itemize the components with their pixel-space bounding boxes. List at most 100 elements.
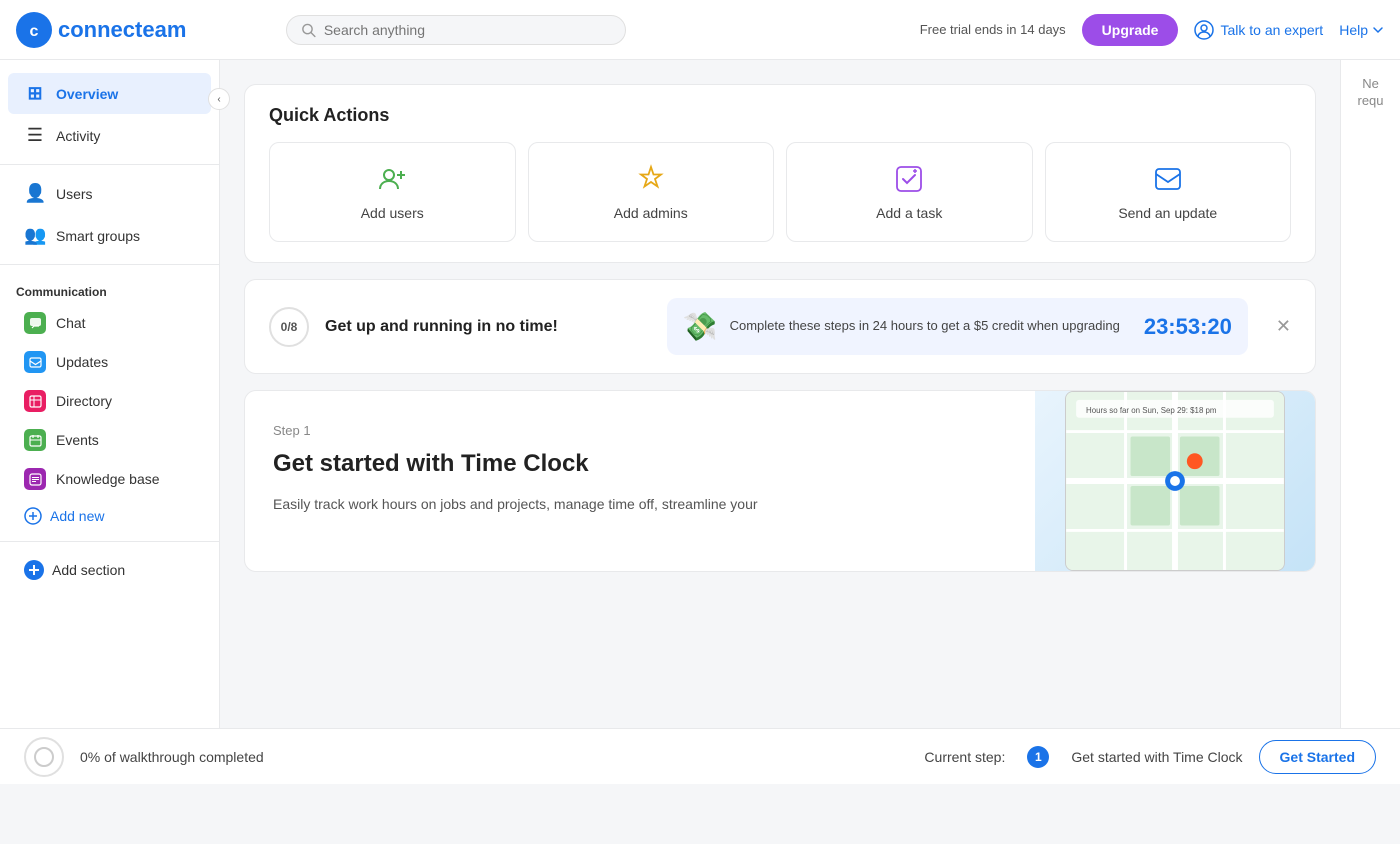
knowledge-label: Knowledge base — [56, 471, 160, 487]
quick-action-send-update[interactable]: Send an update — [1045, 142, 1292, 242]
directory-icon — [24, 390, 46, 412]
upgrade-button[interactable]: Upgrade — [1082, 14, 1179, 46]
add-new-label: Add new — [50, 508, 104, 524]
search-input[interactable] — [324, 22, 611, 38]
header: c connecteam Free trial ends in 14 days … — [0, 0, 1400, 60]
quick-action-add-users[interactable]: Add users — [269, 142, 516, 242]
search-icon — [301, 22, 316, 38]
chat-label: Chat — [56, 315, 86, 331]
help-label: Help — [1339, 22, 1368, 38]
add-task-icon — [893, 163, 925, 195]
step-content: Step 1 Get started with Time Clock Easil… — [245, 391, 1035, 571]
svg-text:Hours so far on Sun, Sep 29: $: Hours so far on Sun, Sep 29: $18 pm — [1086, 406, 1217, 415]
circle-icon — [34, 747, 54, 767]
progress-circle: 0/8 — [269, 307, 309, 347]
step-label: Step 1 — [273, 423, 1007, 438]
send-update-label: Send an update — [1118, 205, 1217, 221]
knowledge-icon — [24, 468, 46, 490]
credit-emoji: 💸 — [683, 310, 718, 343]
plus-circle-icon — [24, 507, 42, 525]
progress-text: Get up and running in no time! — [325, 318, 651, 336]
sidebar-item-smart-groups[interactable]: 👥 Smart groups — [8, 215, 211, 256]
directory-label: Directory — [56, 393, 112, 409]
add-users-label: Add users — [361, 205, 424, 221]
plus-filled-icon — [24, 560, 44, 580]
quick-actions-card: Quick Actions Add users Add admins — [244, 84, 1316, 263]
close-button[interactable]: ✕ — [1276, 316, 1291, 337]
main-layout: ‹ ⊞ Overview ☰ Activity 👤 Users 👥 Smart — [0, 60, 1400, 784]
logo-text: connecteam — [58, 17, 186, 43]
logo: c connecteam — [16, 12, 236, 48]
step-text: Get started with Time Clock — [1071, 749, 1242, 765]
right-panel-text1: Ne — [1362, 76, 1379, 91]
add-admins-label: Add admins — [614, 205, 688, 221]
add-section-button[interactable]: Add section — [8, 550, 211, 590]
add-users-icon — [376, 163, 408, 195]
current-step-label: Current step: — [924, 749, 1005, 765]
quick-actions-grid: Add users Add admins Add a task — [269, 142, 1291, 242]
progress-banner: 0/8 Get up and running in no time! 💸 Com… — [244, 279, 1316, 374]
sidebar-divider-1 — [0, 164, 219, 165]
sidebar-item-directory[interactable]: Directory — [8, 382, 211, 420]
sidebar: ‹ ⊞ Overview ☰ Activity 👤 Users 👥 Smart — [0, 60, 220, 784]
right-panel: Ne requ — [1340, 60, 1400, 784]
overview-icon: ⊞ — [24, 83, 46, 104]
updates-label: Updates — [56, 354, 108, 370]
step-title: Get started with Time Clock — [273, 448, 1007, 479]
add-admins-icon — [635, 163, 667, 195]
smart-groups-icon: 👥 — [24, 225, 46, 246]
sidebar-item-updates[interactable]: Updates — [8, 343, 211, 381]
step-card: Step 1 Get started with Time Clock Easil… — [244, 390, 1316, 572]
quick-action-add-task[interactable]: Add a task — [786, 142, 1033, 242]
credit-box: 💸 Complete these steps in 24 hours to ge… — [667, 298, 1248, 355]
get-started-button[interactable]: Get Started — [1259, 740, 1376, 774]
sidebar-item-events[interactable]: Events — [8, 421, 211, 459]
smart-groups-label: Smart groups — [56, 228, 140, 244]
header-right: Free trial ends in 14 days Upgrade Talk … — [920, 14, 1384, 46]
right-panel-text2: requ — [1357, 93, 1383, 108]
sidebar-divider-3 — [0, 541, 219, 542]
map-preview: Hours so far on Sun, Sep 29: $18 pm — [1065, 391, 1285, 571]
sidebar-item-activity[interactable]: ☰ Activity — [8, 115, 211, 156]
step-description: Easily track work hours on jobs and proj… — [273, 493, 1007, 515]
add-section-label: Add section — [52, 562, 125, 578]
bottom-progress-text: 0% of walkthrough completed — [80, 749, 908, 765]
activity-icon: ☰ — [24, 125, 46, 146]
sidebar-nav: ⊞ Overview ☰ Activity 👤 Users 👥 Smart gr… — [0, 60, 219, 603]
expert-icon — [1194, 20, 1214, 40]
bottom-progress-circle[interactable] — [24, 737, 64, 777]
chat-icon — [24, 312, 46, 334]
step-number-badge: 1 — [1027, 746, 1049, 768]
users-icon: 👤 — [24, 183, 46, 204]
bottom-bar: 0% of walkthrough completed Current step… — [0, 728, 1400, 784]
chevron-down-icon — [1372, 24, 1384, 36]
quick-actions-title: Quick Actions — [269, 105, 1291, 126]
talk-to-expert[interactable]: Talk to an expert — [1194, 20, 1323, 40]
add-task-label: Add a task — [876, 205, 942, 221]
sidebar-item-users[interactable]: 👤 Users — [8, 173, 211, 214]
sidebar-item-knowledge[interactable]: Knowledge base — [8, 460, 211, 498]
events-icon — [24, 429, 46, 451]
sidebar-item-overview[interactable]: ⊞ Overview — [8, 73, 211, 114]
talk-expert-label: Talk to an expert — [1220, 22, 1323, 38]
updates-icon — [24, 351, 46, 373]
search-bar[interactable] — [286, 15, 626, 45]
quick-action-add-admins[interactable]: Add admins — [528, 142, 775, 242]
communication-section-label: Communication — [0, 273, 219, 303]
credit-text: Complete these steps in 24 hours to get … — [730, 317, 1120, 335]
events-label: Events — [56, 432, 99, 448]
help-button[interactable]: Help — [1339, 22, 1384, 38]
sidebar-divider-2 — [0, 264, 219, 265]
overview-label: Overview — [56, 86, 118, 102]
users-label: Users — [56, 186, 93, 202]
step-image: Hours so far on Sun, Sep 29: $18 pm — [1035, 391, 1315, 571]
main-content: Quick Actions Add users Add admins — [220, 60, 1340, 784]
add-new-button[interactable]: Add new — [8, 499, 211, 533]
svg-text:c: c — [30, 23, 39, 40]
trial-text: Free trial ends in 14 days — [920, 22, 1066, 37]
map-svg: Hours so far on Sun, Sep 29: $18 pm — [1066, 392, 1284, 570]
activity-label: Activity — [56, 128, 100, 144]
sidebar-item-chat[interactable]: Chat — [8, 304, 211, 342]
logo-icon: c — [16, 12, 52, 48]
send-update-icon — [1152, 163, 1184, 195]
